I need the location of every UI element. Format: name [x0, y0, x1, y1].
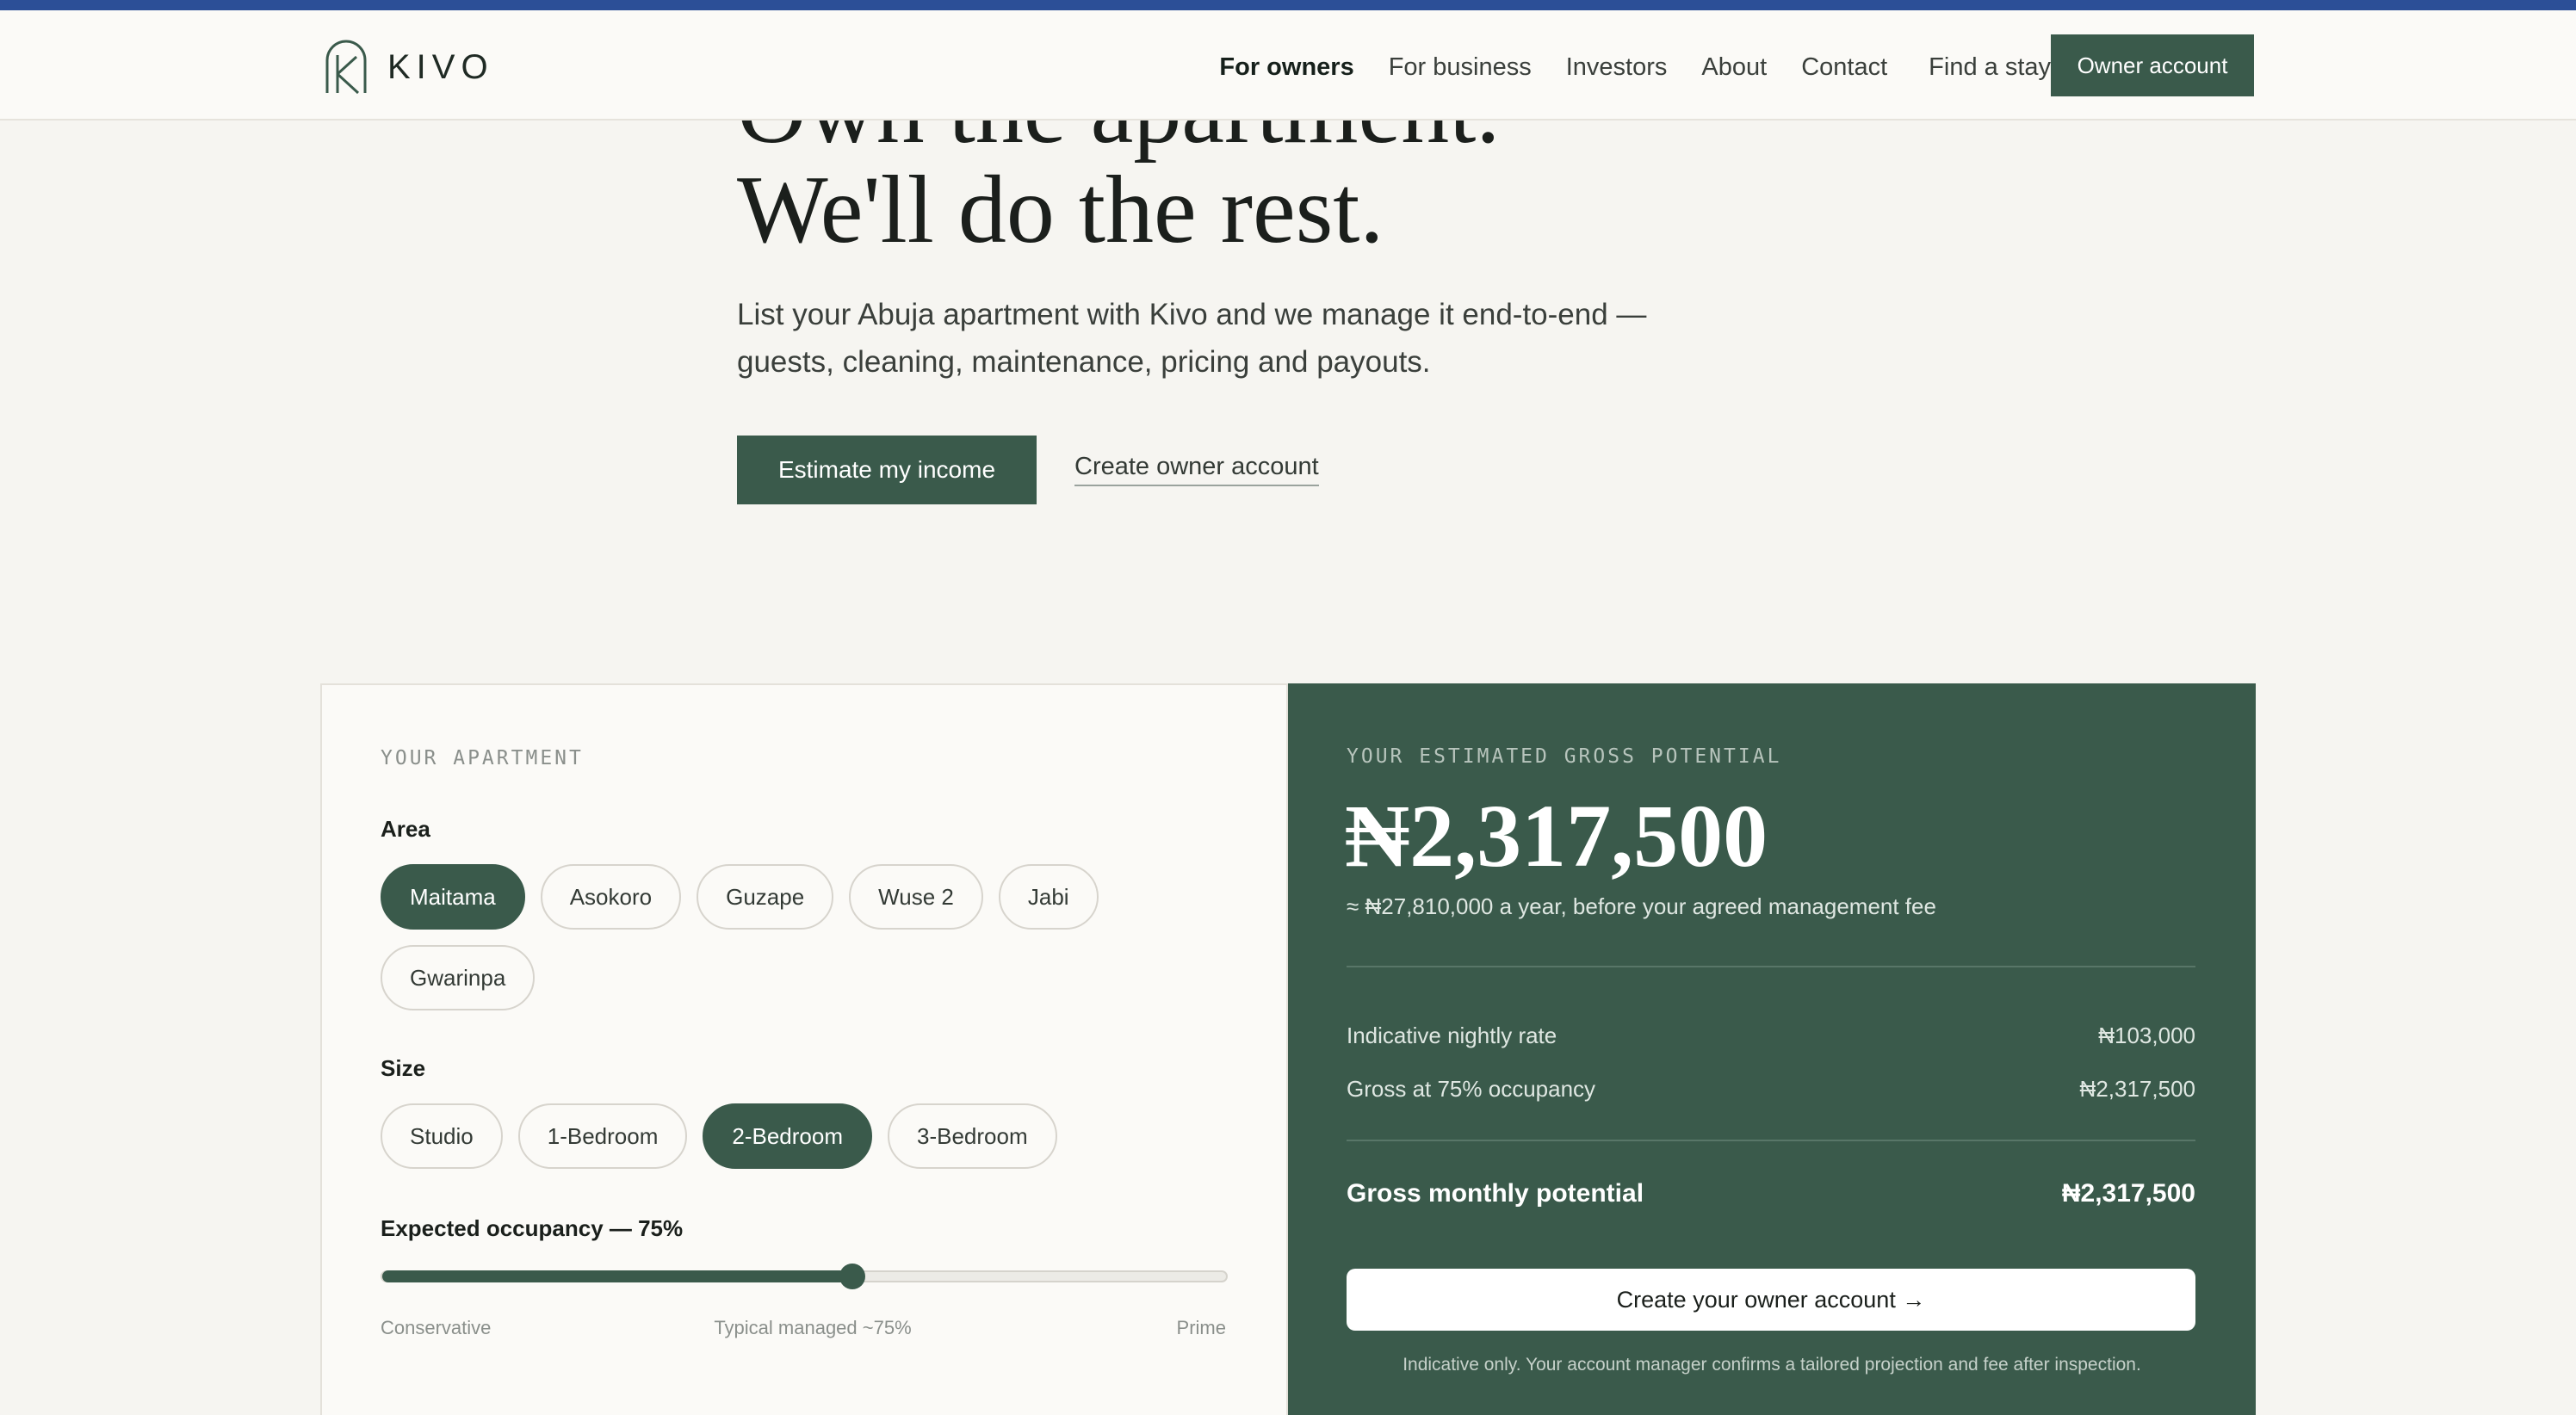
- nav-link-investors[interactable]: Investors: [1566, 53, 1668, 82]
- area-chip-jabi[interactable]: Jabi: [998, 864, 1099, 930]
- area-chip-gwarinpa[interactable]: Gwarinpa: [381, 945, 536, 1010]
- slider-tick-conservative: Conservative: [381, 1317, 492, 1338]
- estimate-divider-2: [1347, 1140, 2195, 1141]
- size-chip-3-bedroom[interactable]: 3-Bedroom: [887, 1103, 1057, 1169]
- nav-link-for-owners[interactable]: For owners: [1219, 53, 1353, 82]
- nightly-rate-value: ₦103,000: [2098, 1023, 2195, 1048]
- slider-tick-prime: Prime: [1176, 1317, 1226, 1338]
- monthly-potential-label: Gross monthly potential: [1347, 1179, 1644, 1208]
- hero-title-clip: Own the apartment. We'll do the rest.: [0, 120, 2576, 293]
- area-chip-group: Maitama Asokoro Guzape Wuse 2 Jabi Gwari…: [381, 864, 1138, 1026]
- occupancy-slider-handle[interactable]: [839, 1264, 866, 1289]
- monthly-potential-row: Gross monthly potential ₦2,317,500: [1347, 1179, 2195, 1208]
- area-chip-guzape[interactable]: Guzape: [697, 864, 834, 930]
- nav-link-find-a-stay[interactable]: Find a stay: [1929, 53, 2051, 82]
- apartment-eyebrow: YOUR APARTMENT: [381, 747, 584, 769]
- logo-text: KIVO: [387, 47, 494, 86]
- nightly-rate-row: Indicative nightly rate ₦103,000: [1347, 1023, 2195, 1049]
- estimate-disclaimer: Indicative only. Your account manager co…: [1403, 1355, 2141, 1375]
- size-chip-1-bedroom[interactable]: 1-Bedroom: [517, 1103, 688, 1169]
- monthly-potential-value: ₦2,317,500: [2061, 1179, 2195, 1208]
- gross-occupancy-value: ₦2,317,500: [2079, 1076, 2195, 1102]
- gross-occupancy-row: Gross at 75% occupancy ₦2,317,500: [1347, 1076, 2195, 1103]
- estimate-card: YOUR ESTIMATED GROSS POTENTIAL ₦2,317,50…: [1288, 683, 2256, 1415]
- apartment-form-card: YOUR APARTMENT Area Maitama Asokoro Guza…: [320, 683, 1288, 1415]
- gross-occupancy-label: Gross at 75% occupancy: [1347, 1076, 1596, 1102]
- occupancy-slider-fill: [382, 1270, 853, 1282]
- estimate-eyebrow: YOUR ESTIMATED GROSS POTENTIAL: [1347, 745, 1782, 768]
- estimate-amount: ₦2,317,500: [1345, 787, 1768, 886]
- nav-link-about[interactable]: About: [1701, 53, 1767, 82]
- create-owner-account-link[interactable]: Create owner account: [1074, 453, 1319, 486]
- create-owner-account-button[interactable]: Create your owner account →: [1347, 1269, 2195, 1331]
- main-nav: For owners For business Investors About …: [1185, 40, 2051, 95]
- logo[interactable]: KIVO: [322, 40, 494, 95]
- area-chip-maitama[interactable]: Maitama: [381, 864, 525, 930]
- size-chip-group: Studio 1-Bedroom 2-Bedroom 3-Bedroom: [381, 1103, 1138, 1184]
- nav-link-for-business[interactable]: For business: [1389, 53, 1532, 82]
- size-chip-2-bedroom[interactable]: 2-Bedroom: [703, 1103, 872, 1169]
- size-label: Size: [381, 1055, 426, 1081]
- occupancy-slider[interactable]: [381, 1264, 1228, 1289]
- area-label: Area: [381, 816, 430, 842]
- kivo-logo-icon: [325, 40, 367, 95]
- slider-tick-typical: Typical managed ~75%: [714, 1317, 912, 1338]
- owner-account-button[interactable]: Owner account: [2051, 34, 2254, 96]
- nightly-rate-label: Indicative nightly rate: [1347, 1023, 1557, 1048]
- area-chip-wuse-2[interactable]: Wuse 2: [849, 864, 983, 930]
- size-chip-studio[interactable]: Studio: [381, 1103, 503, 1169]
- occupancy-label: Expected occupancy — 75%: [381, 1215, 684, 1241]
- estimate-divider-1: [1347, 966, 2195, 967]
- area-chip-asokoro[interactable]: Asokoro: [540, 864, 682, 930]
- top-accent-bar: [0, 0, 2576, 10]
- hero-title-line-2: We'll do the rest.: [737, 157, 1384, 263]
- estimate-income-button[interactable]: Estimate my income: [737, 436, 1037, 504]
- hero-title-line-1: Own the apartment.: [737, 120, 1500, 158]
- hero-subtitle: List your Abuja apartment with Kivo and …: [737, 298, 1647, 379]
- estimate-per-year: ≈ ₦27,810,000 a year, before your agreed…: [1347, 893, 1936, 919]
- site-header: KIVO For owners For business Investors A…: [0, 10, 2576, 120]
- nav-link-contact[interactable]: Contact: [1801, 53, 1887, 82]
